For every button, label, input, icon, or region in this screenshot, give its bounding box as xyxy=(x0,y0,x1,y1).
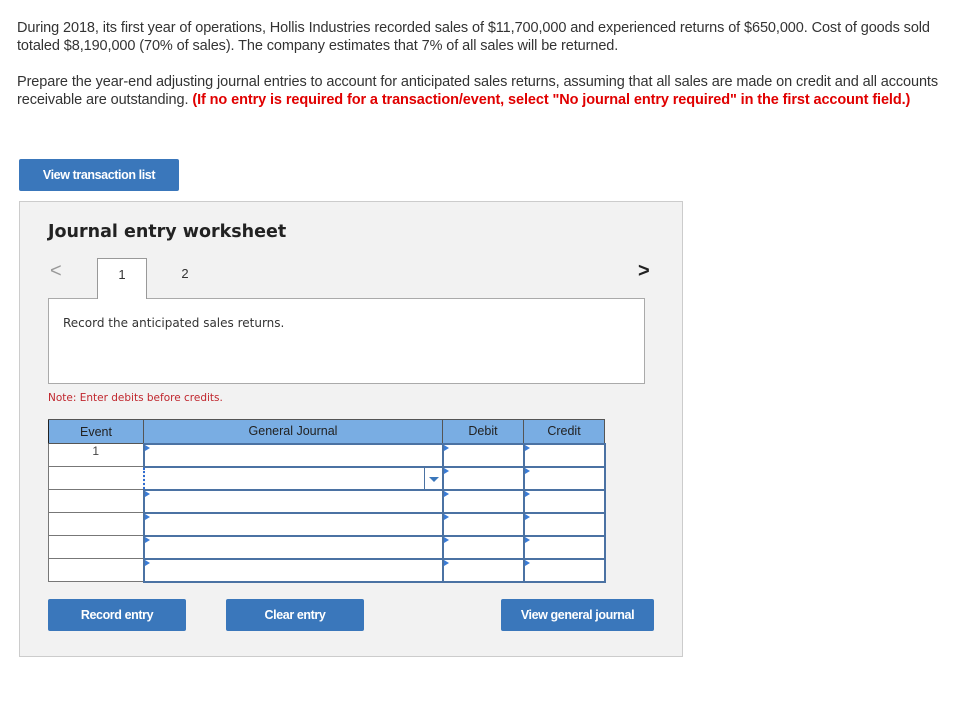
account-input[interactable] xyxy=(142,511,444,537)
account-input[interactable] xyxy=(142,534,444,560)
credit-input[interactable] xyxy=(522,557,606,583)
tab-2[interactable]: 2 xyxy=(160,258,210,299)
tab-1[interactable]: 1 xyxy=(97,258,147,299)
header-event: Event xyxy=(48,419,144,444)
header-general-journal: General Journal xyxy=(143,419,443,444)
table-row: 1 xyxy=(48,442,606,468)
credit-input[interactable] xyxy=(522,465,606,491)
view-general-journal-button[interactable]: View general journal xyxy=(501,599,654,631)
journal-entry-worksheet: Journal entry worksheet < > 1 2 Record t… xyxy=(19,201,683,657)
event-cell xyxy=(48,489,144,513)
chevron-left-icon[interactable]: < xyxy=(50,260,62,283)
journal-table: Event General Journal Debit Credit 1 xyxy=(48,419,606,583)
problem-paragraph-1: During 2018, its first year of operation… xyxy=(17,20,930,54)
event-cell xyxy=(48,558,144,582)
header-debit: Debit xyxy=(442,419,524,444)
table-row xyxy=(48,488,606,514)
header-credit: Credit xyxy=(523,419,605,444)
debit-input[interactable] xyxy=(441,534,525,560)
instruction-text: (If no entry is required for a transacti… xyxy=(192,92,911,108)
event-cell xyxy=(48,466,144,490)
dropdown-arrow-icon[interactable] xyxy=(423,467,442,489)
record-entry-button[interactable]: Record entry xyxy=(48,599,186,631)
debit-input[interactable] xyxy=(441,488,525,514)
credit-input[interactable] xyxy=(522,442,606,468)
debit-input[interactable] xyxy=(441,442,525,468)
credit-input[interactable] xyxy=(522,534,606,560)
table-row xyxy=(48,557,606,583)
clear-entry-button[interactable]: Clear entry xyxy=(226,599,364,631)
entry-description-box: Record the anticipated sales returns. xyxy=(48,298,645,384)
account-input[interactable] xyxy=(142,557,444,583)
debit-input[interactable] xyxy=(441,465,525,491)
event-cell xyxy=(48,512,144,536)
problem-statement: During 2018, its first year of operation… xyxy=(17,19,962,127)
account-select[interactable] xyxy=(142,465,444,491)
table-row xyxy=(48,511,606,537)
credit-input[interactable] xyxy=(522,511,606,537)
debit-input[interactable] xyxy=(441,557,525,583)
table-row xyxy=(48,534,606,560)
view-transaction-list-button[interactable]: View transaction list xyxy=(19,159,179,191)
table-header-row: Event General Journal Debit Credit xyxy=(48,419,605,444)
account-input[interactable] xyxy=(142,442,444,468)
chevron-right-icon[interactable]: > xyxy=(638,260,650,283)
debit-input[interactable] xyxy=(441,511,525,537)
problem-paragraph-2: Prepare the year-end adjusting journal e… xyxy=(17,73,962,109)
note-text: Note: Enter debits before credits. xyxy=(48,392,223,404)
event-cell: 1 xyxy=(48,443,144,467)
worksheet-title: Journal entry worksheet xyxy=(48,222,287,242)
event-cell xyxy=(48,535,144,559)
credit-input[interactable] xyxy=(522,488,606,514)
entry-description: Record the anticipated sales returns. xyxy=(63,316,285,330)
account-input[interactable] xyxy=(142,488,444,514)
table-row xyxy=(48,465,606,491)
